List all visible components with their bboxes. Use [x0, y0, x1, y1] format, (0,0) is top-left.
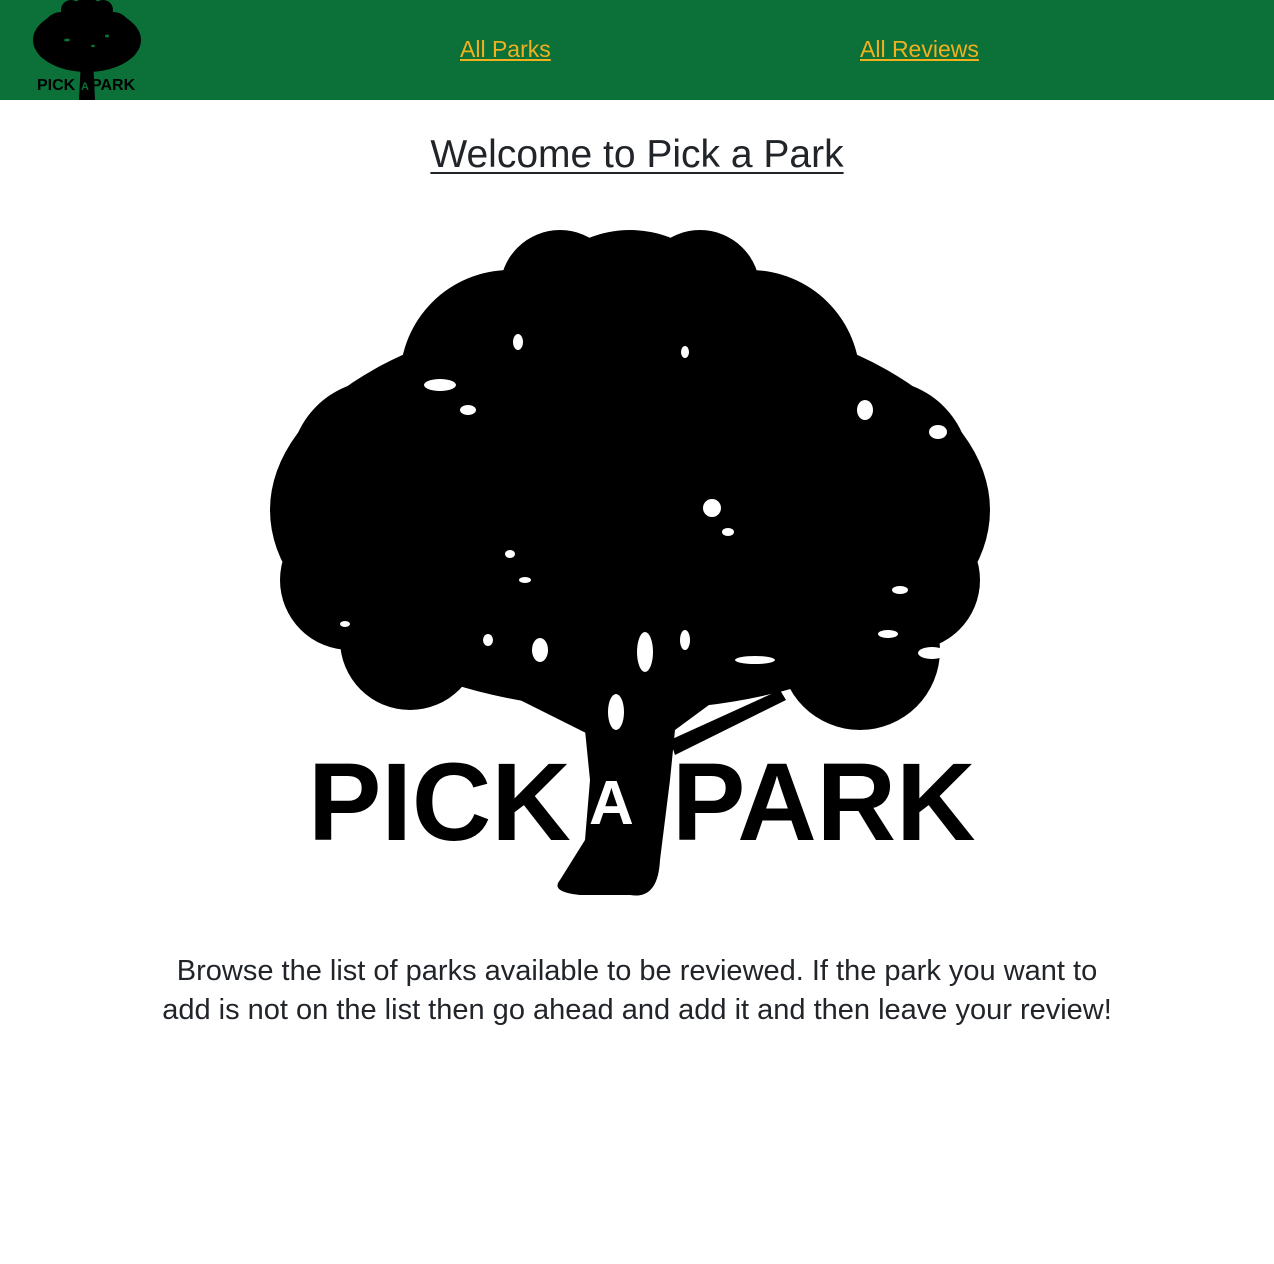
logo-text-park: PARK — [91, 77, 136, 94]
intro-text: Browse the list of parks available to be… — [162, 955, 1112, 1026]
logo-text-a: A — [81, 81, 89, 93]
nav-link-all-parks[interactable]: All Parks — [460, 34, 551, 64]
pick-a-park-hero-logo-icon: PICK A PARK — [270, 230, 990, 896]
navbar: PICK A PARK All Parks All Reviews — [0, 0, 1274, 100]
hero-text-park: PARK — [672, 741, 976, 864]
hero-text-a: A — [589, 769, 634, 838]
page-title: Welcome to Pick a Park — [430, 133, 844, 176]
pick-a-park-logo-icon[interactable]: PICK A PARK — [31, 0, 143, 100]
logo-text-pick: PICK — [37, 77, 76, 94]
hero-text-pick: PICK — [308, 741, 571, 864]
nav-link-all-reviews[interactable]: All Reviews — [860, 34, 979, 64]
